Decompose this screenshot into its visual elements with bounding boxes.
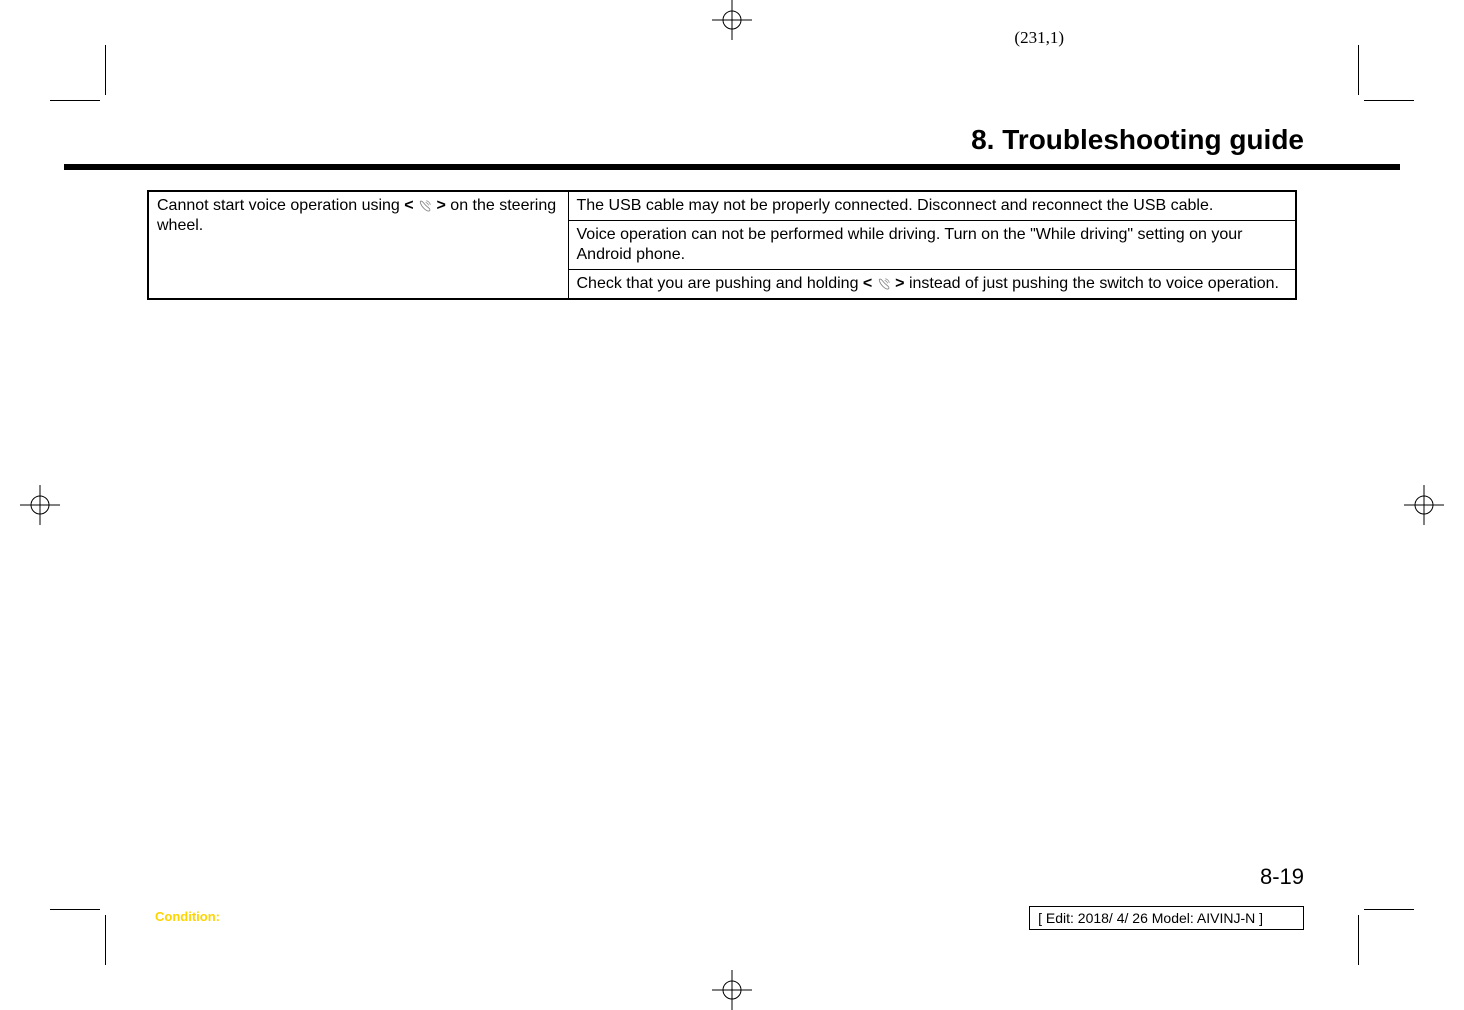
page-coordinate: (231,1) (1014, 28, 1064, 48)
crop-mark (1364, 100, 1414, 101)
symptom-text-prefix: Cannot start voice operation using (157, 197, 404, 214)
talk-icon (418, 199, 432, 213)
crop-mark (50, 100, 100, 101)
registration-mark-top (712, 0, 752, 40)
crop-mark (50, 909, 100, 910)
registration-mark-left (20, 485, 60, 525)
crop-mark (105, 45, 106, 95)
solution-cell: Check that you are pushing and holding <… (568, 270, 1296, 300)
crop-mark (105, 915, 106, 965)
symptom-cell: Cannot start voice operation using < > o… (148, 191, 568, 299)
page-number: 8-19 (1260, 864, 1304, 890)
crop-mark (1358, 45, 1359, 95)
crop-mark (1358, 915, 1359, 965)
bracket-close: > (437, 197, 446, 214)
crop-mark (1364, 909, 1414, 910)
registration-mark-right (1404, 485, 1444, 525)
solution-text-prefix: Check that you are pushing and holding (577, 275, 863, 292)
solution-text-suffix: instead of just pushing the switch to vo… (905, 275, 1279, 292)
horizontal-rule (64, 164, 1400, 170)
troubleshooting-table: Cannot start voice operation using < > o… (147, 190, 1297, 300)
bracket-close: > (895, 275, 904, 292)
condition-label: Condition: (155, 909, 220, 924)
solution-cell: The USB cable may not be properly connec… (568, 191, 1296, 221)
bracket-open: < (863, 275, 872, 292)
bracket-open: < (404, 197, 413, 214)
chapter-title: 8. Troubleshooting guide (971, 124, 1304, 156)
talk-icon (877, 277, 891, 291)
edit-info-box: [ Edit: 2018/ 4/ 26 Model: AIVINJ-N ] (1029, 906, 1304, 930)
registration-mark-bottom (712, 970, 752, 1010)
solution-cell: Voice operation can not be performed whi… (568, 221, 1296, 270)
